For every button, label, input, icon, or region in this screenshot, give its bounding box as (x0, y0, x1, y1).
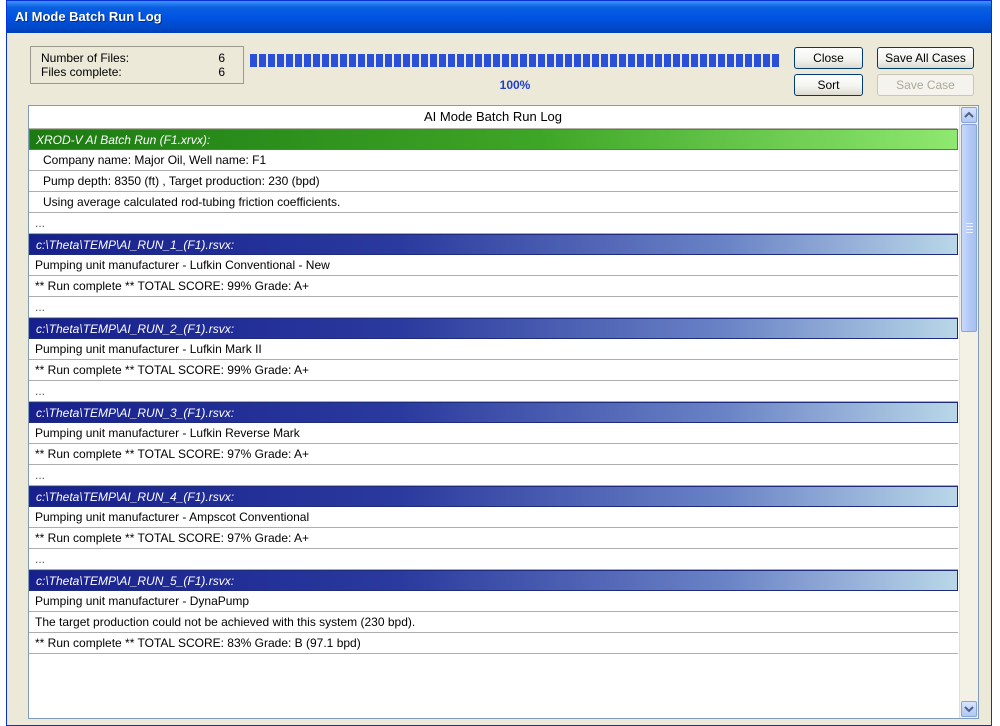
log-row[interactable]: Company name: Major Oil, Well name: F1 (29, 150, 958, 171)
files-count-row: Number of Files: 6 (41, 51, 235, 65)
run-log-list[interactable]: AI Mode Batch Run Log XROD-V AI Batch Ru… (28, 105, 979, 719)
progress-percent: 100% (499, 78, 531, 92)
batch-run-log-window: AI Mode Batch Run Log Number of Files: 6… (6, 0, 992, 726)
file-count-panel: Number of Files: 6 Files complete: 6 (30, 46, 244, 84)
scroll-thumb[interactable] (961, 124, 977, 332)
close-button[interactable]: Close (794, 47, 863, 69)
save-all-cases-button[interactable]: Save All Cases (877, 47, 974, 69)
log-scrollbar[interactable] (959, 106, 978, 718)
files-count-label: Number of Files: (41, 51, 130, 65)
log-row[interactable]: Pump depth: 8350 (ft) , Target productio… (29, 171, 958, 192)
files-count-value: 6 (218, 51, 225, 65)
log-section-header[interactable]: c:\Theta\TEMP\AI_RUN_3_(F1).rsvx: (29, 402, 958, 423)
window-title-bar[interactable]: AI Mode Batch Run Log (7, 1, 991, 33)
log-rows: XROD-V AI Batch Run (F1.xrvx): Company na… (29, 129, 958, 654)
log-row[interactable]: ** Run complete ** TOTAL SCORE: 99% Grad… (29, 360, 958, 381)
log-section-header[interactable]: XROD-V AI Batch Run (F1.xrvx): (29, 129, 958, 150)
log-section-header[interactable]: c:\Theta\TEMP\AI_RUN_5_(F1).rsvx: (29, 570, 958, 591)
log-row[interactable]: Pumping unit manufacturer - Lufkin Conve… (29, 255, 958, 276)
chevron-down-icon (964, 706, 974, 713)
log-row[interactable]: ... (29, 465, 958, 486)
log-column-header: AI Mode Batch Run Log (29, 106, 957, 129)
log-section-header[interactable]: c:\Theta\TEMP\AI_RUN_1_(F1).rsvx: (29, 234, 958, 255)
progress-bar-fill (250, 54, 780, 67)
scroll-up-button[interactable] (961, 107, 977, 123)
progress-bar (250, 54, 780, 67)
files-complete-row: Files complete: 6 (41, 65, 235, 79)
log-row[interactable]: Using average calculated rod-tubing fric… (29, 192, 958, 213)
log-row[interactable]: ** Run complete ** TOTAL SCORE: 83% Grad… (29, 633, 958, 654)
log-section-header[interactable]: c:\Theta\TEMP\AI_RUN_2_(F1).rsvx: (29, 318, 958, 339)
log-row[interactable]: ** Run complete ** TOTAL SCORE: 97% Grad… (29, 528, 958, 549)
log-row[interactable]: Pumping unit manufacturer - Ampscot Conv… (29, 507, 958, 528)
chevron-up-icon (964, 111, 974, 118)
log-row[interactable]: ... (29, 381, 958, 402)
scroll-down-button[interactable] (961, 701, 977, 717)
log-section-header[interactable]: c:\Theta\TEMP\AI_RUN_4_(F1).rsvx: (29, 486, 958, 507)
log-row[interactable]: ** Run complete ** TOTAL SCORE: 97% Grad… (29, 444, 958, 465)
log-row[interactable]: Pumping unit manufacturer - Lufkin Mark … (29, 339, 958, 360)
log-row[interactable]: Pumping unit manufacturer - Lufkin Rever… (29, 423, 958, 444)
window-title: AI Mode Batch Run Log (15, 9, 162, 24)
log-row[interactable]: ... (29, 213, 958, 234)
files-complete-value: 6 (218, 65, 225, 79)
log-row[interactable]: ... (29, 297, 958, 318)
files-complete-label: Files complete: (41, 65, 122, 79)
log-row[interactable]: The target production could not be achie… (29, 612, 958, 633)
save-case-button: Save Case (877, 74, 974, 96)
log-row[interactable]: ... (29, 549, 958, 570)
log-row[interactable]: ** Run complete ** TOTAL SCORE: 99% Grad… (29, 276, 958, 297)
log-row[interactable]: Pumping unit manufacturer - DynaPump (29, 591, 958, 612)
sort-button[interactable]: Sort (794, 74, 863, 96)
